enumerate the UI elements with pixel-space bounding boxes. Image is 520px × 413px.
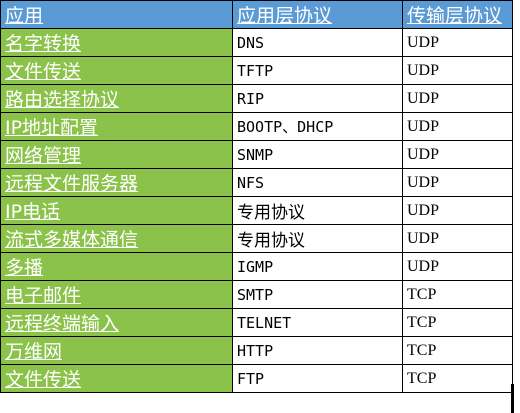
cell-app-layer-protocol[interactable]: IGMP: [232, 252, 403, 281]
cell-application[interactable]: 路由选择协议: [0, 84, 233, 113]
cell-application[interactable]: 电子邮件: [0, 280, 233, 309]
cell-transport-protocol[interactable]: UDP: [402, 252, 513, 281]
cell-application[interactable]: 远程终端输入: [0, 308, 233, 337]
cell-application[interactable]: 远程文件服务器: [0, 168, 233, 197]
table-row: 多播 IGMP UDP: [0, 252, 513, 281]
protocol-table: 应用 应用层协议 传输层协议 名字转换 DNS UDP 文件传送 TFTP UDP 路由选择…: [0, 0, 513, 393]
cell-app-layer-protocol[interactable]: TFTP: [232, 56, 403, 85]
cell-app-layer-protocol[interactable]: BOOTP、DHCP: [232, 112, 403, 141]
cell-transport-protocol[interactable]: UDP: [402, 84, 513, 113]
cell-application[interactable]: 名字转换: [0, 28, 233, 57]
table-row: 远程文件服务器 NFS UDP: [0, 168, 513, 197]
cell-transport-protocol[interactable]: UDP: [402, 56, 513, 85]
cell-transport-protocol[interactable]: TCP: [402, 336, 513, 365]
cell-app-layer-protocol[interactable]: DNS: [232, 28, 403, 57]
header-transport-layer-protocol[interactable]: 传输层协议: [402, 0, 513, 29]
cell-application[interactable]: IP地址配置: [0, 112, 233, 141]
cell-transport-protocol[interactable]: TCP: [402, 364, 513, 393]
table-row: IP地址配置 BOOTP、DHCP UDP: [0, 112, 513, 141]
cell-app-layer-protocol[interactable]: SNMP: [232, 140, 403, 169]
cell-app-layer-protocol[interactable]: TELNET: [232, 308, 403, 337]
table-row: 文件传送 FTP TCP: [0, 364, 513, 393]
cell-edge-marker: [511, 384, 514, 413]
table-row: 电子邮件 SMTP TCP: [0, 280, 513, 309]
table-body: 应用 应用层协议 传输层协议 名字转换 DNS UDP 文件传送 TFTP UDP 路由选择…: [0, 0, 513, 393]
cell-application[interactable]: 文件传送: [0, 364, 233, 393]
cell-app-layer-protocol[interactable]: SMTP: [232, 280, 403, 309]
table-row: 文件传送 TFTP UDP: [0, 56, 513, 85]
header-row: 应用 应用层协议 传输层协议: [0, 0, 513, 29]
table-row: 路由选择协议 RIP UDP: [0, 84, 513, 113]
cell-app-layer-protocol[interactable]: 专用协议: [232, 224, 403, 253]
cell-app-layer-protocol[interactable]: 专用协议: [232, 196, 403, 225]
cell-transport-protocol[interactable]: UDP: [402, 28, 513, 57]
cell-application[interactable]: IP电话: [0, 196, 233, 225]
cell-application[interactable]: 万维网: [0, 336, 233, 365]
header-application[interactable]: 应用: [0, 0, 233, 29]
cell-app-layer-protocol[interactable]: HTTP: [232, 336, 403, 365]
cell-transport-protocol[interactable]: UDP: [402, 196, 513, 225]
table-row: 名字转换 DNS UDP: [0, 28, 513, 57]
cell-transport-protocol[interactable]: TCP: [402, 280, 513, 309]
cell-application[interactable]: 网络管理: [0, 140, 233, 169]
header-app-layer-protocol[interactable]: 应用层协议: [232, 0, 403, 29]
cell-application[interactable]: 文件传送: [0, 56, 233, 85]
table-row: 流式多媒体通信 专用协议 UDP: [0, 224, 513, 253]
table-row: 网络管理 SNMP UDP: [0, 140, 513, 169]
cell-application[interactable]: 流式多媒体通信: [0, 224, 233, 253]
cell-app-layer-protocol[interactable]: RIP: [232, 84, 403, 113]
table-row: IP电话 专用协议 UDP: [0, 196, 513, 225]
cell-app-layer-protocol[interactable]: FTP: [232, 364, 403, 393]
table-row: 远程终端输入 TELNET TCP: [0, 308, 513, 337]
cell-app-layer-protocol[interactable]: NFS: [232, 168, 403, 197]
cell-transport-protocol[interactable]: UDP: [402, 224, 513, 253]
cell-transport-protocol[interactable]: UDP: [402, 112, 513, 141]
cell-transport-protocol[interactable]: UDP: [402, 140, 513, 169]
cell-transport-protocol[interactable]: UDP: [402, 168, 513, 197]
cell-transport-protocol[interactable]: TCP: [402, 308, 513, 337]
table-row: 万维网 HTTP TCP: [0, 336, 513, 365]
cell-application[interactable]: 多播: [0, 252, 233, 281]
